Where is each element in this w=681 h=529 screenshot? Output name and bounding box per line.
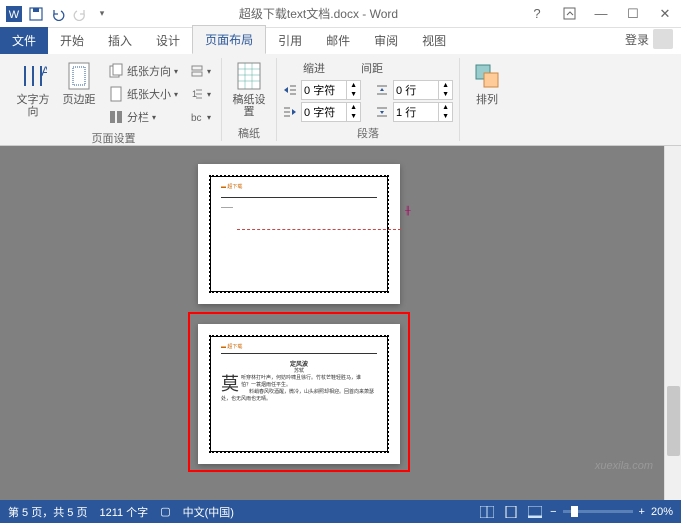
poem-line4: 处，也无风雨也无晴。 [221,396,271,402]
margins-button[interactable]: 页边距 [58,58,100,106]
svg-text:A: A [41,63,47,79]
tab-review[interactable]: 审阅 [362,27,410,54]
section-break-line [237,229,401,230]
zoom-out[interactable]: − [550,506,556,518]
poem-author: 苏轼 [211,367,387,374]
zoom-level[interactable]: 20% [651,506,673,518]
tab-insert[interactable]: 插入 [96,27,144,54]
orientation-button[interactable]: 纸张方向▾ [104,60,182,82]
quick-access-toolbar: W ▾ [4,4,112,24]
group-稿纸: 稿纸设置 稿纸 [222,58,277,141]
read-mode-icon[interactable] [478,504,496,520]
avatar-icon [653,29,673,49]
poem-line1: 听穿林打叶声，何妨吟啸且徐行。竹杖芒鞋轻胜马，谁 [241,375,361,381]
breaks-button[interactable]: ▾ [186,60,215,82]
dropcap: 莫 [221,375,239,393]
poem-line3: 料峭春风吹酒醒，微冷，山头斜照却相迎。回首向来萧瑟 [221,389,377,396]
indent-left-icon [283,84,297,96]
tab-mailings[interactable]: 邮件 [314,27,362,54]
language-status[interactable]: 中文(中国) [183,504,234,520]
spacing-after-input[interactable]: ▲▼ [393,102,453,122]
save-icon[interactable] [26,4,46,24]
tab-references[interactable]: 引用 [266,27,314,54]
ribbon-tabs: 文件 开始 插入 设计 页面布局 引用 邮件 审阅 视图 登录 [0,28,681,54]
text-direction-button[interactable]: A 文字方向 [12,58,54,118]
document-area[interactable]: ▬ 超下载 —— ╫ ▬ 超下载 定风波 苏轼 莫 听穿林打叶声，何妨吟啸且徐行… [0,146,681,500]
print-layout-icon[interactable] [502,504,520,520]
break-marker: ╫ [405,206,411,215]
vertical-scrollbar[interactable] [664,146,681,500]
sign-in-label: 登录 [625,31,649,48]
svg-text:W: W [9,9,20,21]
sign-in[interactable]: 登录 [617,24,681,54]
page2-header: 超下载 [227,344,242,350]
arrange-button[interactable]: 排列 [466,58,508,106]
page-thumb-1[interactable]: ▬ 超下载 —— [198,164,400,304]
scroll-thumb[interactable] [667,386,680,456]
help-button[interactable]: ? [525,4,549,24]
稿纸-label: 稿纸设置 [228,94,270,118]
tab-page-layout[interactable]: 页面布局 [192,25,266,54]
group-paragraph: 缩进 间距 ▲▼ ▲▼ ▲▼ ▲▼ 段落 [277,58,460,141]
svg-text:bc: bc [191,113,202,124]
poem-line2: 怕？一蓑烟雨任平生。 [241,382,291,388]
paragraph-label: 段落 [357,123,379,141]
spellcheck-icon[interactable]: ▢ [160,505,170,518]
size-button[interactable]: 纸张大小▾ [104,83,182,105]
tab-home[interactable]: 开始 [48,27,96,54]
spacing-header: 间距 [361,60,383,76]
ribbon-display-button[interactable] [557,4,581,24]
qat-customize-icon[interactable]: ▾ [92,4,112,24]
spacing-before-input[interactable]: ▲▼ [393,80,453,100]
tab-file[interactable]: 文件 [0,27,48,54]
text-direction-label: 文字方向 [12,94,54,118]
watermark: xuexila.com [595,460,653,472]
page-setup-label: 页面设置 [92,128,136,146]
group-arrange: 排列 [460,58,514,141]
margins-label: 页边距 [63,94,96,106]
word-count[interactable]: 1211 个字 [99,504,148,520]
zoom-in[interactable]: + [639,506,645,518]
redo-icon[interactable] [70,4,90,24]
spacing-before-icon [375,84,389,96]
ribbon: A 文字方向 页边距 纸张方向▾ 纸张大小▾ 分栏▾ ▾ 1▾ bc▾ 页面设置 [0,54,681,146]
page-status[interactable]: 第 5 页，共 5 页 [8,504,87,520]
word-icon[interactable]: W [4,4,24,24]
columns-label: 分栏 [127,109,149,125]
page1-header: 超下载 [227,184,242,190]
line-numbers-button[interactable]: 1▾ [186,83,215,105]
undo-icon[interactable] [48,4,68,24]
tab-view[interactable]: 视图 [410,27,458,54]
page-thumb-2[interactable]: ▬ 超下载 定风波 苏轼 莫 听穿林打叶声，何妨吟啸且徐行。竹杖芒鞋轻胜马，谁 … [198,324,400,464]
size-label: 纸张大小 [127,86,171,102]
indent-right-input[interactable]: ▲▼ [301,102,361,122]
status-bar: 第 5 页，共 5 页 1211 个字 ▢ 中文(中国) − + 20% [0,500,681,523]
close-button[interactable]: ✕ [653,4,677,24]
maximize-button[interactable]: ☐ [621,4,645,24]
title-bar: W ▾ 超级下载text文档.docx - Word ? — ☐ ✕ [0,0,681,28]
web-layout-icon[interactable] [526,504,544,520]
spacing-after-icon [375,106,389,118]
hyphenation-button[interactable]: bc▾ [186,106,215,128]
稿纸-group-label: 稿纸 [238,123,260,141]
稿纸-button[interactable]: 稿纸设置 [228,58,270,118]
window-controls: ? — ☐ ✕ [525,4,677,24]
zoom-slider[interactable] [563,510,633,513]
minimize-button[interactable]: — [589,4,613,24]
indent-header: 缩进 [303,60,325,76]
arrange-label: 排列 [476,94,498,106]
group-page-setup: A 文字方向 页边距 纸张方向▾ 纸张大小▾ 分栏▾ ▾ 1▾ bc▾ 页面设置 [6,58,222,141]
window-title: 超级下载text文档.docx - Word [112,5,525,22]
orientation-label: 纸张方向 [127,63,171,79]
indent-left-input[interactable]: ▲▼ [301,80,361,100]
tab-design[interactable]: 设计 [144,27,192,54]
columns-button[interactable]: 分栏▾ [104,106,182,128]
indent-right-icon [283,106,297,118]
